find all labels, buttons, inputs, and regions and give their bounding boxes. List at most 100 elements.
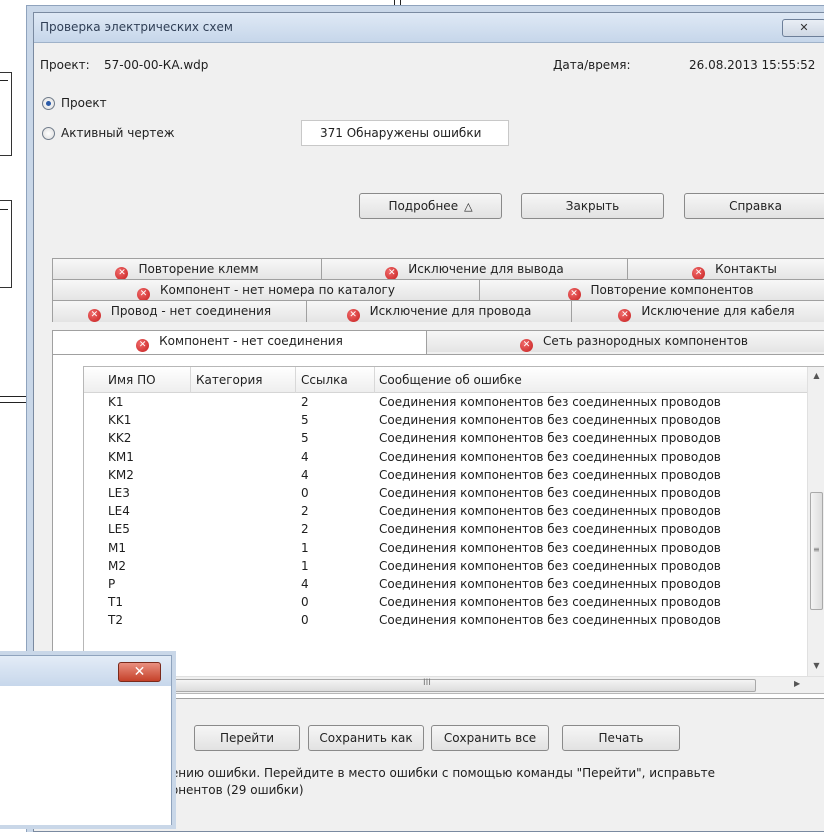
close-button[interactable]: Закрыть: [521, 193, 664, 219]
error-x-icon: ✕: [87, 309, 101, 322]
tab-contacts[interactable]: ✕ Контакты: [627, 258, 824, 280]
tab-wire-no-connection[interactable]: ✕ Провод - нет соединения: [52, 300, 307, 322]
grid-rows: K1 2 Соединения компонентов без соединенны…: [84, 393, 807, 673]
cell-message: Соединения компонентов без соединенных п…: [379, 540, 721, 555]
tab-cable-exception[interactable]: ✕ Исключение для кабеля: [571, 300, 824, 322]
cell-name: LE4: [108, 504, 130, 519]
datetime-value: 26.08.2013 15:55:52: [689, 58, 816, 72]
cell-name: P: [108, 576, 116, 591]
table-row[interactable]: [84, 629, 807, 647]
error-description-line-2: понентов (29 ошибки): [163, 783, 304, 797]
scroll-grip-icon: III: [423, 678, 431, 688]
table-row[interactable]: M2 1 Соединения компонентов без соединенны…: [84, 557, 807, 575]
column-header-name[interactable]: Имя ПО: [108, 373, 156, 387]
cell-name: T2: [108, 613, 123, 628]
tab-label: Контакты: [715, 262, 777, 276]
cell-name: KK2: [108, 431, 132, 446]
project-value: 57-00-00-КА.wdp: [104, 58, 209, 72]
tab-label: Сеть разнородных компонентов: [543, 334, 748, 348]
column-header-category[interactable]: Категория: [196, 373, 263, 387]
tab-component-no-connection[interactable]: ✕ Компонент - нет соединения: [52, 330, 427, 354]
dialog-titlebar[interactable]: Проверка электрических схем ✕: [34, 13, 824, 43]
errors-grid: Имя ПО Категория Ссылка Сообщение об оши…: [83, 366, 824, 694]
cell-reference: 2: [301, 504, 309, 519]
scroll-right-arrow-icon[interactable]: ▶: [794, 679, 800, 688]
tab-label: Исключение для провода: [369, 304, 532, 318]
details-button[interactable]: Подробнее △: [359, 193, 502, 219]
project-label: Проект:: [40, 58, 90, 72]
cell-message: Соединения компонентов без соединенных п…: [379, 558, 721, 573]
tab-panel: Имя ПО Категория Ссылка Сообщение об оши…: [52, 354, 824, 699]
grid-header: Имя ПО Категория Ссылка Сообщение об оши…: [84, 367, 807, 393]
table-row[interactable]: LE3 0 Соединения компонентов без соединенн…: [84, 484, 807, 502]
scope-active-drawing-label[interactable]: Активный чертеж: [61, 126, 175, 140]
tab-component-no-catalog[interactable]: ✕ Компонент - нет номера по каталогу: [52, 279, 480, 301]
cell-name: KK1: [108, 413, 132, 428]
table-row[interactable]: T2 0 Соединения компонентов без соединенны…: [84, 611, 807, 629]
cell-message: Соединения компонентов без соединенных п…: [379, 485, 721, 500]
cell-name: K1: [108, 395, 124, 409]
cell-reference: 5: [301, 431, 309, 446]
vertical-scroll-thumb[interactable]: ≡: [810, 492, 823, 610]
tab-pin-exception[interactable]: ✕ Исключение для вывода: [321, 258, 628, 280]
scope-active-drawing-radio[interactable]: [42, 127, 55, 140]
drawing-frame-1: [0, 72, 12, 156]
cell-message: Соединения компонентов без соединенных п…: [379, 395, 721, 409]
dialog-close-button[interactable]: ✕: [782, 19, 824, 37]
tab-terminal-repeat[interactable]: ✕ Повторение клемм: [52, 258, 322, 280]
table-row[interactable]: KM1 4 Соединения компонентов без соединенн…: [84, 448, 807, 466]
scroll-up-arrow-icon[interactable]: ▲: [808, 371, 824, 380]
drawing-frame-2: [0, 200, 12, 288]
cell-reference: 4: [301, 467, 309, 482]
table-row[interactable]: M1 1 Соединения компонентов без соединенны…: [84, 539, 807, 557]
error-description: пению ошибки. Перейдите в место ошибки с…: [163, 765, 824, 799]
cell-message: Соединения компонентов без соединенных п…: [379, 449, 721, 464]
foreground-close-button[interactable]: ✕: [118, 662, 161, 682]
foreground-window-titlebar[interactable]: ✕: [0, 656, 171, 686]
table-row[interactable]: KM2 4 Соединения компонентов без соединенн…: [84, 466, 807, 484]
cell-message: Соединения компонентов без соединенных п…: [379, 522, 721, 537]
goto-button[interactable]: Перейти: [194, 725, 300, 751]
table-row[interactable]: P 4 Соединения компонентов без соединенных…: [84, 575, 807, 593]
table-row[interactable]: K1 2 Соединения компонентов без соединенны…: [84, 393, 807, 411]
scope-project-label[interactable]: Проект: [61, 96, 107, 110]
cell-message: Соединения компонентов без соединенных п…: [379, 613, 721, 628]
table-row[interactable]: LE4 2 Соединения компонентов без соединенн…: [84, 502, 807, 520]
print-button[interactable]: Печать: [562, 725, 680, 751]
tab-label: Повторение клемм: [138, 262, 259, 276]
cell-reference: 0: [301, 595, 309, 610]
table-row[interactable]: KK2 5 Соединения компонентов без соединенн…: [84, 429, 807, 447]
tab-label: Компонент - нет номера по каталогу: [160, 283, 395, 297]
grid-horizontal-scrollbar[interactable]: ◀ III ▶: [84, 676, 824, 693]
cell-reference: 2: [301, 522, 309, 537]
table-row[interactable]: T1 0 Соединения компонентов без соединенны…: [84, 593, 807, 611]
table-row[interactable]: LE5 2 Соединения компонентов без соединенн…: [84, 520, 807, 538]
error-description-line-1: пению ошибки. Перейдите в место ошибки с…: [163, 766, 716, 780]
grid-vertical-scrollbar[interactable]: ▲ ≡ ▼: [807, 367, 824, 678]
save-as-button[interactable]: Сохранить как: [308, 725, 424, 751]
column-header-message[interactable]: Сообщение об ошибке: [379, 373, 522, 387]
cell-reference: 5: [301, 413, 309, 428]
cell-message: Соединения компонентов без соединенных п…: [379, 504, 721, 519]
drawing-tick-2: [0, 209, 8, 210]
tab-label: Повторение компонентов: [590, 283, 754, 297]
horizontal-scroll-thumb[interactable]: III: [102, 678, 756, 692]
tab-wire-exception[interactable]: ✕ Исключение для провода: [306, 300, 572, 322]
scope-project-radio[interactable]: [42, 97, 55, 110]
cell-reference: 0: [301, 613, 309, 628]
details-button-label: Подробнее: [388, 199, 459, 213]
tab-label: Провод - нет соединения: [110, 304, 272, 318]
tab-mixed-components-network[interactable]: ✕ Сеть разнородных компонентов: [426, 330, 824, 352]
cell-reference: 1: [301, 540, 309, 555]
error-x-icon: ✕: [136, 339, 150, 352]
scroll-down-arrow-icon[interactable]: ▼: [808, 661, 824, 670]
column-header-reference[interactable]: Ссылка: [301, 373, 348, 387]
tab-component-repeat[interactable]: ✕ Повторение компонентов: [479, 279, 824, 301]
cell-message: Соединения компонентов без соединенных п…: [379, 576, 721, 591]
cell-name: M2: [108, 558, 126, 573]
cell-reference: 2: [301, 395, 309, 409]
save-all-button[interactable]: Сохранить все: [431, 725, 549, 751]
table-row[interactable]: KK1 5 Соединения компонентов без соединенн…: [84, 411, 807, 429]
scroll-grip-icon: ≡: [813, 545, 820, 554]
help-button[interactable]: Справка: [684, 193, 824, 219]
